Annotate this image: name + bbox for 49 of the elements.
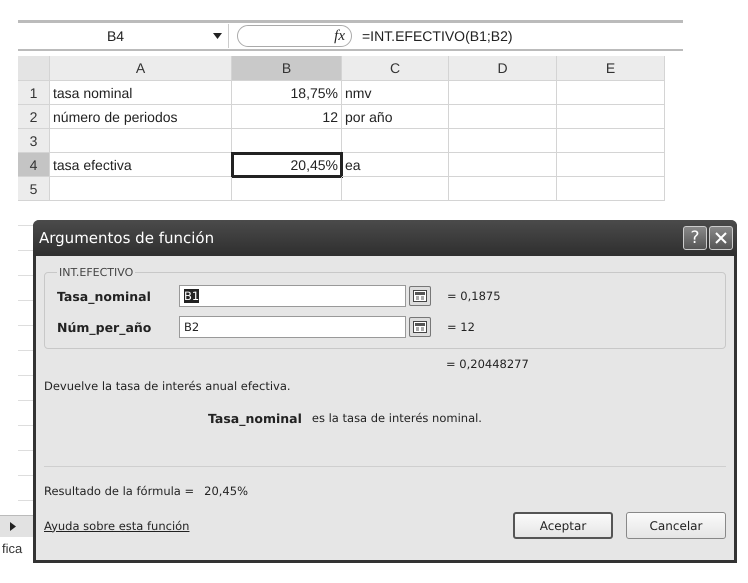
table-cell: tasa efectiva xyxy=(50,153,232,177)
group-label: INT.EFECTIVO xyxy=(58,266,134,279)
table-cell: tasa nominal xyxy=(50,81,232,105)
close-button[interactable] xyxy=(709,226,733,250)
table-cell: número de periodos xyxy=(50,105,232,129)
row-header[interactable]: 3 xyxy=(18,129,50,153)
table-cell: ea xyxy=(342,153,449,177)
formula-result-label: Resultado de la fórmula = xyxy=(44,484,194,498)
function-description: Devuelve la tasa de interés anual efectiva. xyxy=(44,379,292,393)
column-header[interactable]: A xyxy=(50,56,232,81)
argument-input-field[interactable]: B1 xyxy=(179,285,406,307)
status-bar-text: fica xyxy=(2,540,24,556)
row-header[interactable]: 1 xyxy=(18,81,50,105)
name-box[interactable]: B4 xyxy=(18,24,229,48)
argument-result: = 12 xyxy=(447,320,475,334)
table-cell: nmv xyxy=(342,81,449,105)
function-result: = 0,20448277 xyxy=(446,357,530,371)
scroll-left-arrow-icon[interactable] xyxy=(10,522,16,531)
column-header[interactable]: E xyxy=(557,56,665,81)
range-selector-icon xyxy=(413,290,427,302)
dropdown-caret-icon[interactable] xyxy=(213,33,222,39)
formula-result-value: 20,45% xyxy=(204,484,248,498)
column-header[interactable]: C xyxy=(342,56,449,81)
argument-result: = 0,1875 xyxy=(447,289,501,303)
dialog-title: Argumentos de función xyxy=(39,229,216,247)
column-header[interactable]: B xyxy=(232,56,342,81)
table-cell: por año xyxy=(342,105,449,129)
collapse-dialog-button[interactable] xyxy=(409,317,431,337)
collapse-dialog-button[interactable] xyxy=(409,286,431,306)
argument-label: Núm_per_año xyxy=(57,320,152,334)
argument-description: es la tasa de interés nominal. xyxy=(312,411,482,426)
dialog-button[interactable]: Cancelar xyxy=(626,512,726,539)
argument-input-field[interactable]: B2 xyxy=(179,316,406,338)
help-button[interactable]: ? xyxy=(683,226,707,250)
formula-text[interactable]: =INT.EFECTIVO(B1;B2) xyxy=(362,28,513,44)
row-header[interactable]: 2 xyxy=(18,105,50,129)
argument-name: Tasa_nominal xyxy=(208,411,302,426)
table-cell: 20,45% xyxy=(232,153,342,177)
table-cell: 18,75% xyxy=(232,81,342,105)
help-link[interactable]: Ayuda sobre esta función xyxy=(44,518,500,532)
column-header[interactable]: D xyxy=(449,56,557,81)
table-cell: 12 xyxy=(232,105,342,129)
row-header[interactable]: 5 xyxy=(18,177,50,201)
row-header[interactable]: 4 xyxy=(18,153,50,177)
insert-function-button[interactable]: fx xyxy=(237,25,352,47)
argument-label: Tasa_nominal xyxy=(57,288,152,304)
range-selector-icon xyxy=(413,321,427,333)
close-icon xyxy=(715,232,727,244)
dialog-button[interactable]: Aceptar xyxy=(513,512,613,539)
